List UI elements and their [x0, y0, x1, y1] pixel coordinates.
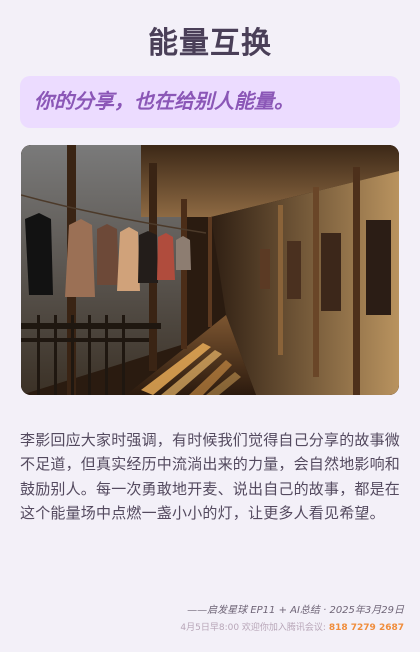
quote-banner: 你的分享，也在给别人能量。 — [20, 76, 400, 128]
quote-text: 你的分享，也在给别人能量。 — [34, 89, 294, 113]
page: 能量互换 你的分享，也在给别人能量。 李影回应大家时强调，有时候我们觉得自己分享… — [0, 0, 420, 652]
invite-line: 4月5日早8:00 欢迎你加入腾讯会议: 818 7279 2687 — [180, 620, 404, 633]
source-line: ——启发星球 EP11 + AI总结 · 2025年3月29日 — [187, 605, 404, 616]
body-paragraph: 李影回应大家时强调，有时候我们觉得自己分享的故事微不足道，但真实经历中流淌出来的… — [20, 431, 401, 522]
meeting-id: 818 7279 2687 — [328, 623, 404, 633]
invite-text: 4月5日早8:00 欢迎你加入腾讯会议: — [180, 623, 326, 633]
corridor-illustration — [21, 145, 399, 395]
corridor-photo — [21, 145, 399, 395]
page-title: 能量互换 — [148, 26, 272, 61]
